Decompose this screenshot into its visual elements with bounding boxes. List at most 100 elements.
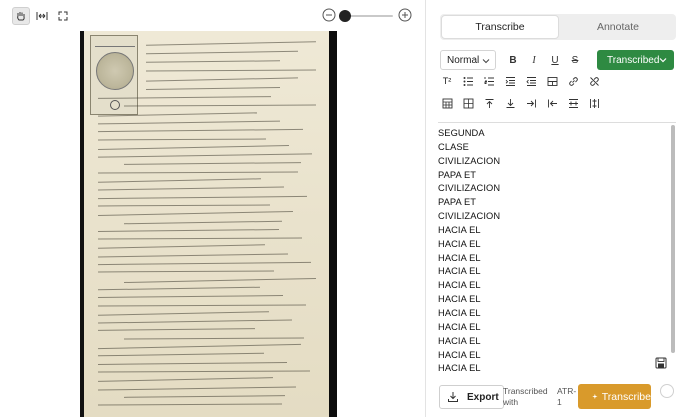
handwriting-stroke [98,352,264,357]
handwriting-stroke [145,69,317,72]
save-icon[interactable] [655,357,667,369]
sparkle-icon [592,393,598,400]
handwriting-stroke [145,60,281,63]
handwriting-stroke [124,277,316,283]
bullet-list-icon [463,76,473,86]
transcription-line: PAPA ET [438,169,477,180]
handwriting-stroke [98,211,293,217]
row-below-button[interactable] [503,96,517,110]
merge-cols-icon [589,98,599,108]
transcription-line: SEGUNDA [438,128,485,138]
tab-annotate[interactable]: Annotate [560,14,676,40]
table-icon [442,98,452,108]
more-options-button[interactable] [660,384,674,398]
status-label: Transcribed [607,54,660,66]
strikethrough-button[interactable]: S [568,53,582,67]
tab-transcribe[interactable]: Transcribe [441,15,559,39]
merge-rows-icon [568,98,578,108]
fit-width-button[interactable] [33,7,51,25]
chevron-down-icon [482,59,490,64]
handwriting-stroke [98,253,288,258]
transcribe-button[interactable]: Transcribe [578,384,651,409]
merge-cols-button[interactable] [587,96,601,110]
model-name-label: ATR-1 [557,386,577,407]
handwriting-stroke [146,50,298,55]
editor-scrollbar[interactable] [670,123,676,376]
superscript-button[interactable]: T² [440,74,454,88]
underline-button[interactable]: U [548,53,562,67]
transcription-line: HACIA EL [438,238,481,249]
hand-icon [17,12,25,21]
arrow-left-bar-icon [547,99,557,107]
handwriting-stroke [98,377,273,383]
handwriting-stroke [97,204,271,207]
zoom-in-icon[interactable] [398,8,412,22]
transcription-line: PAPA ET [438,197,477,208]
handwriting-stroke [97,237,303,240]
paragraph-style-select[interactable]: Normal [440,50,496,70]
outdent-icon [525,76,536,86]
transcription-line: HACIA EL [438,266,481,277]
row-above-button[interactable] [482,96,496,110]
unlink-button[interactable] [587,74,601,88]
handwriting-stroke [98,343,301,350]
merge-rows-button[interactable] [566,96,580,110]
transcription-pane: Transcribe Annotate Normal B I U S Trans… [426,0,690,417]
mode-tabs: Transcribe Annotate [440,14,676,40]
manuscript-image[interactable] [80,31,337,417]
transcription-editor[interactable]: SEGUNDA CLASE CIVILIZACION PAPA ET CIVILIZAC… [438,122,676,376]
numbered-list-button[interactable] [482,74,496,88]
handwriting-stroke [124,220,282,224]
insert-row-button[interactable] [545,74,559,88]
transcription-line: HACIA EL [438,335,481,346]
bold-button[interactable]: B [506,53,520,67]
paragraph-style-value: Normal [447,54,480,66]
format-toolbar: Normal B I U S Transcribed [440,50,680,72]
handwriting-stroke [146,86,280,91]
fullscreen-button[interactable] [54,7,72,25]
handwriting-stroke [98,195,307,199]
handwriting-stroke [97,270,275,273]
transcription-line: CLASE [438,141,469,152]
handwriting-stroke [123,337,305,340]
handwriting-stroke [98,129,303,133]
table-row-icon [547,76,557,86]
link-button[interactable] [566,74,580,88]
handwriting-stroke [98,120,280,125]
col-right-button[interactable] [524,96,538,110]
italic-button[interactable]: I [527,53,541,67]
transcribe-label: Transcribe [601,390,651,403]
numbered-list-icon [484,76,494,85]
bullet-list-button[interactable] [461,74,475,88]
chevron-down-icon [659,58,667,63]
indent-button[interactable] [503,74,517,88]
handwriting-stroke [98,319,292,324]
zoom-slider[interactable] [345,15,393,17]
handwriting-stroke [97,303,307,307]
transcription-line: HACIA EL [438,252,481,263]
table-grid-button[interactable] [461,96,475,110]
transcribed-with-label: Transcribed with [503,386,548,407]
handwriting-stroke [123,162,302,166]
transcription-line: HACIA EL [438,224,481,235]
export-button[interactable]: Export [439,385,504,409]
handwriting-stroke [98,144,289,150]
col-left-button[interactable] [545,96,559,110]
handwriting-stroke [98,186,284,191]
transcription-line: CIVILIZACION [438,211,501,222]
outdent-button[interactable] [524,74,538,88]
pan-tool-button[interactable] [12,7,30,25]
insert-table-button[interactable] [440,96,454,110]
zoom-out-icon[interactable] [322,8,336,22]
stamp-seal-icon [96,52,134,90]
editor-scrollbar-thumb[interactable] [671,125,675,353]
zoom-slider-handle[interactable] [339,10,351,22]
transcription-text: SEGUNDA CLASE CIVILIZACION PAPA ET CIVILIZAC… [438,127,666,376]
handwriting-stroke [146,77,298,82]
arrow-down-bar-icon [506,98,514,108]
handwriting-stroke [97,138,267,140]
handwriting-stroke [98,153,312,158]
viewer-toolbar [0,0,426,32]
transcription-line: CIVILIZACION [438,183,501,194]
status-dropdown-button[interactable]: Transcribed [597,50,674,70]
